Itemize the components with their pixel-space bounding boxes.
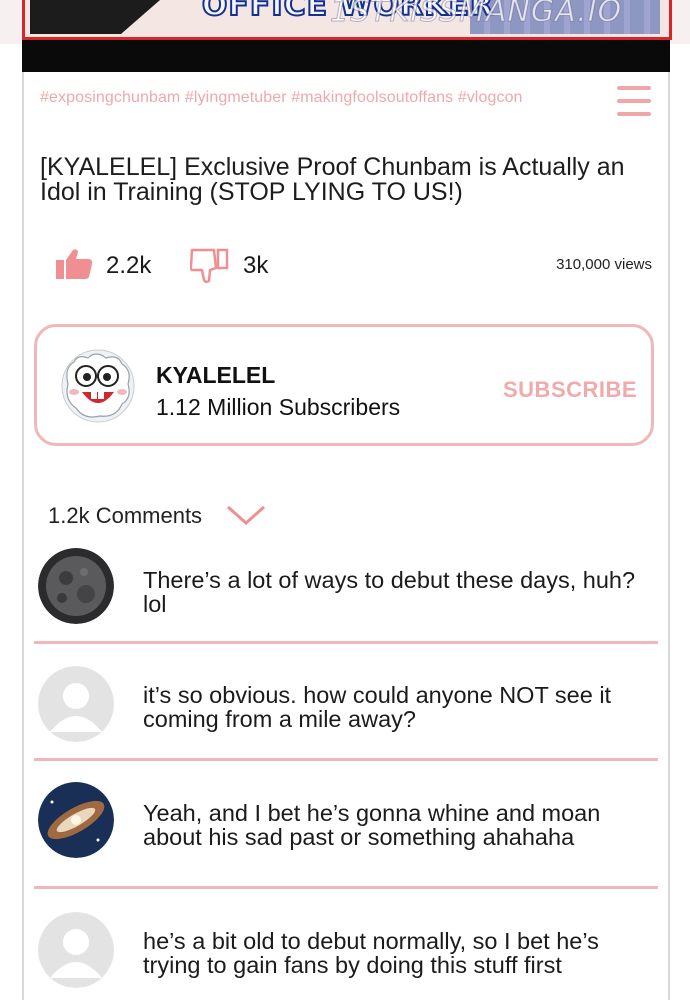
comments-count: 1.2k Comments: [48, 503, 203, 528]
comment-text: Yeah, and I bet he’s gonna whine and moa…: [143, 800, 601, 850]
hamburger-menu-icon[interactable]: [617, 86, 651, 120]
thumbs-up-icon[interactable]: [55, 248, 93, 280]
comment-text: he’s a bit old to debut normally, so I b…: [143, 928, 599, 978]
view-count: 310,000 views: [556, 256, 652, 273]
comment-text: There’s a lot of ways to debut these day…: [143, 567, 636, 617]
comment-text: it’s so obvious. how could anyone NOT se…: [143, 682, 612, 732]
top-black-bar: [22, 40, 670, 72]
manga-banner: OFFICE WORKER 1STKISSMANGA.IO: [0, 0, 690, 44]
video-tags[interactable]: #exposingchunbam #lyingmetuber #makingfo…: [40, 89, 523, 107]
chevron-down-icon[interactable]: [226, 504, 266, 526]
like-count: 2.2k: [106, 252, 152, 279]
video-page: [22, 72, 670, 1000]
subscribe-button[interactable]: SUBSCRIBE: [503, 377, 637, 403]
default-avatar[interactable]: [38, 912, 114, 988]
thumbs-down-icon[interactable]: [190, 248, 230, 284]
subscriber-count: 1.12 Million Subscribers: [156, 394, 401, 420]
video-title: [KYALELEL] Exclusive Proof Chunbam is Ac…: [40, 153, 625, 206]
channel-name[interactable]: KYALELEL: [156, 362, 275, 389]
comment-divider: [34, 641, 658, 644]
galaxy-avatar[interactable]: [38, 782, 114, 858]
watermark: 1STKISSMANGA.IO: [329, 0, 623, 30]
default-avatar[interactable]: [38, 666, 114, 742]
comment-divider: [34, 758, 658, 761]
channel-avatar[interactable]: [60, 348, 136, 424]
moon-avatar[interactable]: [38, 548, 114, 624]
comment-divider: [34, 886, 658, 889]
dislike-count: 3k: [243, 252, 269, 279]
